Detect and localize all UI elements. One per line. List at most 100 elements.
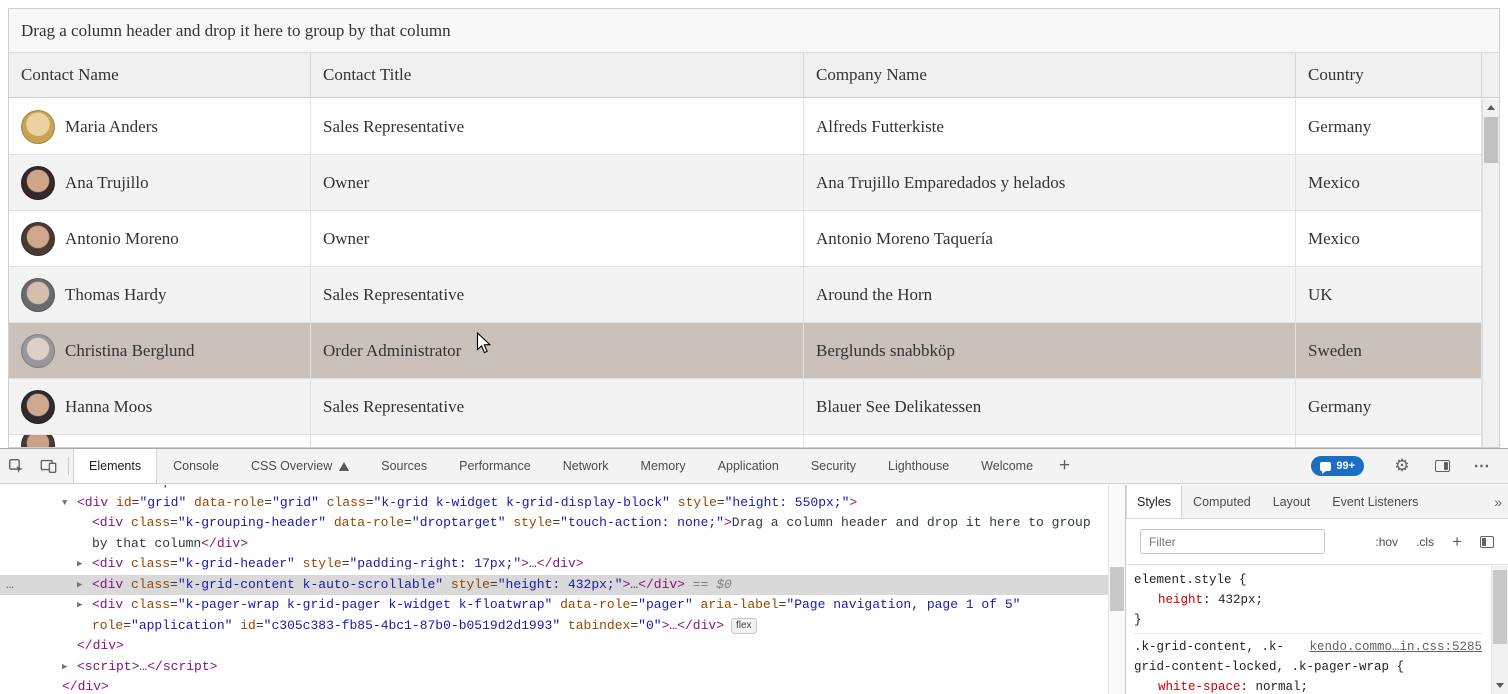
code-token: "grid" <box>139 495 186 510</box>
grid-vertical-scrollbar[interactable] <box>1482 99 1499 447</box>
table-row[interactable]: Maria Anders Sales Representative Alfred… <box>9 99 1482 155</box>
table-row[interactable]: Ana Trujillo Owner Ana Trujillo Empareda… <box>9 155 1482 211</box>
tab-label: Application <box>718 459 779 473</box>
code-token: = <box>264 495 272 510</box>
new-style-rule-button[interactable]: + <box>1452 532 1462 552</box>
code-token: </div> <box>537 556 584 571</box>
tab-label: Network <box>563 459 609 473</box>
more-sidebar-tabs-icon[interactable]: » <box>1494 485 1502 518</box>
devtools-tab-memory[interactable]: Memory <box>625 449 702 483</box>
code-token: "example" <box>124 485 194 489</box>
sidebar-tab-computed[interactable]: Computed <box>1182 485 1262 518</box>
inspect-element-icon[interactable] <box>0 453 32 479</box>
code-token: <div <box>77 495 108 510</box>
settings-gear-icon[interactable]: ⚙ <box>1386 453 1418 479</box>
collapse-arrow-icon[interactable]: ▼ <box>62 493 67 514</box>
code-token: style <box>443 577 490 592</box>
dom-tree: ▼<div id="example">▼<div id="grid" data-… <box>0 485 1108 694</box>
contact-title: Order Administrator <box>311 323 804 378</box>
devtools-tab-performance[interactable]: Performance <box>443 449 547 483</box>
devtools-tab-elements[interactable]: Elements <box>73 449 157 483</box>
code-token: "application" <box>131 618 232 633</box>
sidebar-layout-icon[interactable] <box>1480 536 1494 548</box>
code-line-grid-header[interactable]: ▶<div class="k-grid-header" style="paddi… <box>0 554 1108 575</box>
table-row[interactable]: Hanna Moos Sales Representative Blauer S… <box>9 379 1482 435</box>
code-token: "height: 550px;" <box>725 495 850 510</box>
collapse-arrow-icon[interactable]: ▼ <box>47 485 52 493</box>
code-token: "padding-right: 17px;" <box>350 556 522 571</box>
grouping-header-droptarget[interactable]: Drag a column header and drop it here to… <box>9 9 1499 53</box>
down-arrow-icon <box>1496 683 1504 688</box>
flex-badge[interactable]: flex <box>731 618 757 634</box>
styles-scrollbar[interactable] <box>1491 566 1508 694</box>
elements-scrollbar[interactable] <box>1108 485 1125 694</box>
more-tabs-button[interactable]: + <box>1049 455 1080 477</box>
code-token: <div <box>62 485 93 489</box>
scrollbar-thumb[interactable] <box>1110 567 1124 611</box>
expand-arrow-icon[interactable]: ▶ <box>77 575 82 596</box>
devtools-tab-css-overview[interactable]: CSS Overview <box>235 449 365 483</box>
sidebar-tab-event-listeners[interactable]: Event Listeners <box>1321 485 1429 518</box>
devtools-tab-security[interactable]: Security <box>795 449 872 483</box>
css-declaration[interactable]: height: 432px; <box>1134 590 1482 610</box>
css-declaration[interactable]: white-space: normal; <box>1134 677 1482 694</box>
issues-badge[interactable]: 99+ <box>1311 456 1364 476</box>
code-line-grid-open[interactable]: ▼<div id="grid" data-role="grid" class="… <box>0 493 1108 514</box>
scroll-up-button[interactable] <box>1483 99 1499 116</box>
code-token: data-role <box>552 597 630 612</box>
expand-arrow-icon[interactable]: ▶ <box>77 554 82 575</box>
company-name: Alfreds Futterkiste <box>804 99 1296 154</box>
country: Germany <box>1296 99 1482 154</box>
style-rules-list: element.style {height: 432px;}kendo.comm… <box>1126 565 1508 694</box>
sidebar-tab-styles[interactable]: Styles <box>1126 485 1182 518</box>
dock-side-icon[interactable] <box>1426 453 1458 479</box>
avatar <box>21 390 55 424</box>
column-header-contact-title[interactable]: Contact Title <box>311 53 804 97</box>
table-row[interactable]: Thomas Hardy Sales Representative Around… <box>9 267 1482 323</box>
class-toggle[interactable]: .cls <box>1416 535 1434 549</box>
expand-arrow-icon[interactable]: ▶ <box>77 595 82 616</box>
code-line-example-close[interactable]: </div> <box>0 677 1108 694</box>
table-row-selected[interactable]: Christina Berglund Order Administrator B… <box>9 323 1482 379</box>
table-row-partial[interactable] <box>9 435 1482 447</box>
avatar <box>21 334 55 368</box>
code-line-grid-content[interactable]: ▶<div class="k-grid-content k-auto-scrol… <box>0 575 1108 596</box>
devtools-tab-application[interactable]: Application <box>702 449 795 483</box>
sidebar-tab-layout[interactable]: Layout <box>1262 485 1322 518</box>
table-row[interactable]: Antonio Moreno Owner Antonio Moreno Taqu… <box>9 211 1482 267</box>
stylesheet-source-link[interactable]: kendo.commo…in.css:5285 <box>1309 637 1482 657</box>
rule-selector[interactable]: element.style <box>1134 573 1232 587</box>
scroll-down-button[interactable] <box>1492 677 1508 694</box>
scrollbar-thumb[interactable] <box>1493 570 1507 644</box>
styles-filter-input[interactable] <box>1140 529 1325 554</box>
contact-title: Owner <box>311 211 804 266</box>
column-header-company-name[interactable]: Company Name <box>804 53 1296 97</box>
code-token: class <box>123 577 170 592</box>
code-token: = <box>717 495 725 510</box>
tab-label: Lighthouse <box>888 459 949 473</box>
grid-header-row: Contact Name Contact Title Company Name … <box>9 53 1499 98</box>
code-token: aria-label <box>693 597 779 612</box>
tab-label: Performance <box>459 459 531 473</box>
contact-title: Sales Representative <box>311 267 804 322</box>
devtools-tab-lighthouse[interactable]: Lighthouse <box>872 449 965 483</box>
code-line-pager[interactable]: ▶<div class="k-pager-wrap k-grid-pager k… <box>0 595 1108 636</box>
code-token: </script> <box>147 659 217 674</box>
code-line-grouping-header[interactable]: <div class="k-grouping-header" data-role… <box>0 513 1108 554</box>
overflow-menu-icon[interactable]: ⋯ <box>1466 453 1498 479</box>
pseudo-state-toggle[interactable]: :hov <box>1375 535 1398 549</box>
devtools-tab-network[interactable]: Network <box>547 449 625 483</box>
devtools-tab-sources[interactable]: Sources <box>365 449 443 483</box>
code-line-grid-close[interactable]: </div> <box>0 636 1108 657</box>
column-header-contact-name[interactable]: Contact Name <box>9 53 311 97</box>
code-line-example-open[interactable]: ▼<div id="example"> <box>0 485 1108 493</box>
code-token: <div <box>92 556 123 571</box>
column-header-country[interactable]: Country <box>1296 53 1482 97</box>
devtools-tab-console[interactable]: Console <box>157 449 235 483</box>
device-toolbar-icon[interactable] <box>32 453 64 479</box>
expand-arrow-icon[interactable]: ▶ <box>62 657 67 678</box>
devtools-tab-welcome[interactable]: Welcome <box>965 449 1049 483</box>
scrollbar-thumb[interactable] <box>1484 117 1498 163</box>
code-line-script[interactable]: ▶<script>…</script> <box>0 657 1108 678</box>
tab-label: Memory <box>641 459 686 473</box>
